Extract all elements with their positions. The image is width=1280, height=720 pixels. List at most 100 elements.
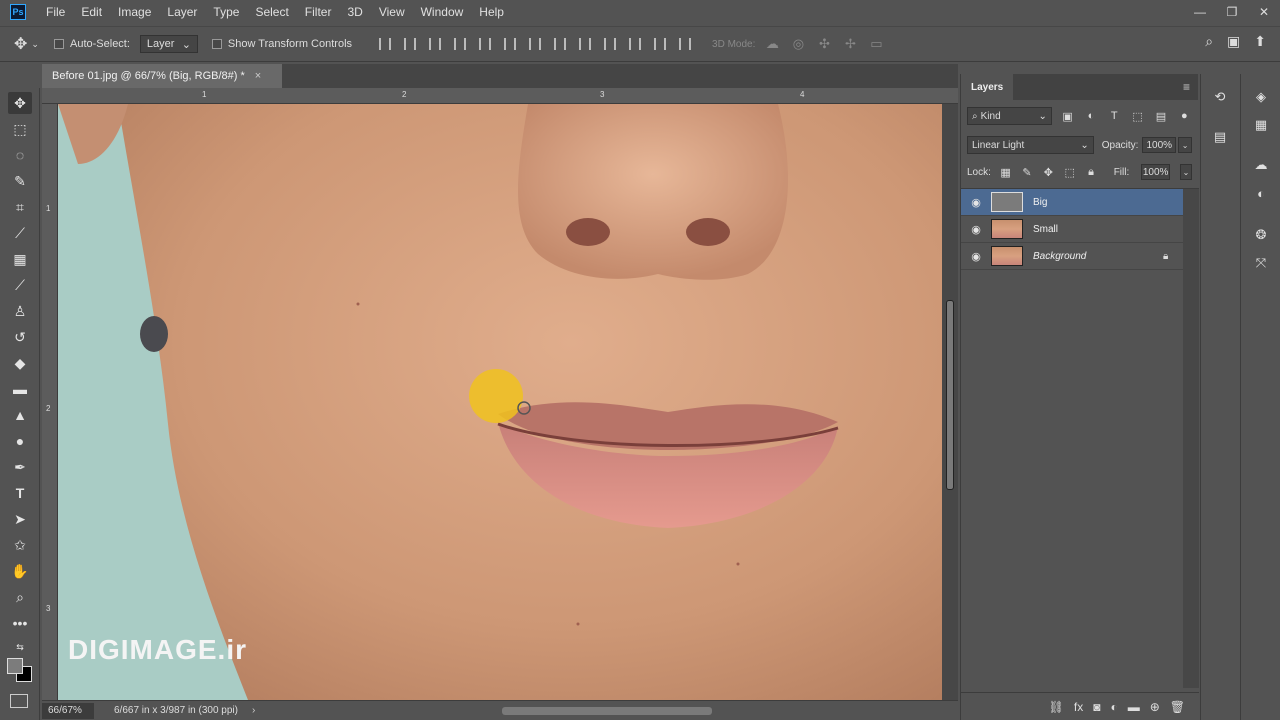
path-selection-tool-icon[interactable]: ➤ bbox=[8, 508, 32, 530]
paths-panel-icon[interactable]: ⤧ bbox=[1249, 252, 1273, 274]
adjustment-layer-icon[interactable]: ◐ bbox=[1110, 700, 1117, 714]
auto-align-icon[interactable] bbox=[676, 36, 694, 52]
layers-scrollbar[interactable] bbox=[1183, 189, 1199, 688]
close-window-button[interactable]: ✕ bbox=[1248, 0, 1280, 24]
history-brush-tool-icon[interactable]: ↺ bbox=[8, 326, 32, 348]
marquee-tool-icon[interactable]: ⬚ bbox=[8, 118, 32, 140]
blur-tool-icon[interactable]: ▲ bbox=[8, 404, 32, 426]
move-tool-icon[interactable]: ✥ bbox=[8, 92, 32, 114]
panel-menu-icon[interactable]: ≡ bbox=[1183, 80, 1190, 94]
quick-mask-icon[interactable] bbox=[10, 694, 28, 708]
workspace-icon[interactable]: ▣ bbox=[1227, 33, 1240, 50]
move-tool-preset-icon[interactable]: ✥ ⌄ bbox=[14, 32, 54, 56]
eraser-tool-icon[interactable]: ◆ bbox=[8, 352, 32, 374]
type-tool-icon[interactable]: T bbox=[8, 482, 32, 504]
canvas-horizontal-scrollbar[interactable] bbox=[502, 707, 712, 715]
distribute-bottom-icon[interactable] bbox=[576, 36, 594, 52]
eye-icon[interactable]: ◉ bbox=[961, 250, 991, 263]
clone-stamp-tool-icon[interactable]: ♙ bbox=[8, 300, 32, 322]
distribute-hcenter-icon[interactable] bbox=[626, 36, 644, 52]
menu-type[interactable]: Type bbox=[205, 0, 247, 24]
minimize-button[interactable]: — bbox=[1184, 0, 1216, 24]
libraries-panel-icon[interactable]: ☁ bbox=[1249, 154, 1273, 176]
distribute-top-icon[interactable] bbox=[526, 36, 544, 52]
align-right-icon[interactable] bbox=[501, 36, 519, 52]
properties-panel-icon[interactable]: ▤ bbox=[1208, 126, 1232, 148]
opacity-field[interactable]: 100% bbox=[1142, 137, 1177, 153]
distribute-left-icon[interactable] bbox=[601, 36, 619, 52]
menu-file[interactable]: File bbox=[38, 0, 73, 24]
zoom-level-field[interactable]: 66/67% bbox=[42, 702, 94, 719]
delete-layer-icon[interactable]: 🗑︎ bbox=[1170, 700, 1185, 714]
align-vcenter-icon[interactable] bbox=[401, 36, 419, 52]
3d-slide-icon[interactable]: ✢ bbox=[841, 36, 859, 52]
restore-button[interactable]: ❐ bbox=[1216, 0, 1248, 24]
show-transform-checkbox[interactable]: Show Transform Controls bbox=[211, 38, 352, 50]
distribute-right-icon[interactable] bbox=[651, 36, 669, 52]
menu-layer[interactable]: Layer bbox=[159, 0, 205, 24]
3d-scale-icon[interactable]: ▭ bbox=[867, 36, 885, 52]
layer-row-big[interactable]: ◉ Big bbox=[961, 189, 1183, 216]
share-icon[interactable]: ⬆ bbox=[1254, 33, 1266, 50]
scrollbar-thumb[interactable] bbox=[946, 300, 954, 490]
align-left-icon[interactable] bbox=[451, 36, 469, 52]
align-top-icon[interactable] bbox=[376, 36, 394, 52]
auto-select-checkbox[interactable]: Auto-Select: bbox=[54, 38, 130, 50]
search-icon[interactable]: ⌕ bbox=[1205, 33, 1213, 50]
menu-3d[interactable]: 3D bbox=[339, 0, 370, 24]
history-panel-icon[interactable]: ⟲ bbox=[1208, 86, 1232, 108]
eye-icon[interactable]: ◉ bbox=[961, 196, 991, 209]
distribute-vcenter-icon[interactable] bbox=[551, 36, 569, 52]
canvas-vertical-scrollbar[interactable] bbox=[942, 104, 958, 700]
menu-help[interactable]: Help bbox=[471, 0, 512, 24]
menu-select[interactable]: Select bbox=[247, 0, 296, 24]
new-group-icon[interactable]: ▬ bbox=[1128, 700, 1140, 714]
link-layers-icon[interactable]: ⛓ bbox=[1049, 700, 1064, 714]
gradient-tool-icon[interactable]: ▬ bbox=[8, 378, 32, 400]
menu-edit[interactable]: Edit bbox=[73, 0, 110, 24]
lock-artboard-icon[interactable]: ⬚ bbox=[1063, 164, 1076, 180]
blend-mode-dropdown[interactable]: Linear Light ⌄ bbox=[967, 136, 1094, 154]
hand-tool-icon[interactable]: ✋ bbox=[8, 560, 32, 582]
zoom-tool-icon[interactable]: ⌕ bbox=[8, 586, 32, 608]
fill-field[interactable]: 100% bbox=[1141, 164, 1170, 180]
tab-layers[interactable]: Layers bbox=[961, 74, 1014, 100]
swatches-panel-icon[interactable]: ▦ bbox=[1249, 114, 1273, 136]
brush-tool-icon[interactable]: ⟋ bbox=[8, 274, 32, 296]
layer-row-background[interactable]: ◉ Background 🔒︎ bbox=[961, 243, 1183, 270]
lock-image-icon[interactable]: ✎ bbox=[1020, 164, 1033, 180]
channels-panel-icon[interactable]: ❂ bbox=[1249, 224, 1273, 246]
filter-pixel-icon[interactable]: ▣ bbox=[1060, 108, 1075, 124]
close-tab-icon[interactable]: × bbox=[255, 70, 261, 82]
filter-toggle-icon[interactable]: ● bbox=[1177, 108, 1192, 124]
menu-window[interactable]: Window bbox=[413, 0, 472, 24]
filter-type-icon[interactable]: T bbox=[1107, 108, 1122, 124]
lasso-tool-icon[interactable]: ◌ bbox=[8, 144, 32, 166]
lock-position-icon[interactable]: ✥ bbox=[1042, 164, 1055, 180]
more-tools-icon[interactable]: ••• bbox=[8, 612, 32, 634]
dodge-tool-icon[interactable]: ● bbox=[8, 430, 32, 452]
foreground-color-swatch[interactable] bbox=[7, 658, 23, 674]
3d-pan-icon[interactable]: ✣ bbox=[815, 36, 833, 52]
align-hcenter-icon[interactable] bbox=[476, 36, 494, 52]
menu-filter[interactable]: Filter bbox=[297, 0, 340, 24]
new-layer-icon[interactable]: ⊕ bbox=[1150, 700, 1160, 714]
add-mask-icon[interactable]: ◙ bbox=[1093, 700, 1100, 714]
document-tab[interactable]: Before 01.jpg @ 66/7% (Big, RGB/8#) * × bbox=[42, 64, 282, 88]
opacity-slider-arrow-icon[interactable]: ⌄ bbox=[1178, 137, 1192, 153]
3d-roll-icon[interactable]: ◎ bbox=[789, 36, 807, 52]
swap-colors-icon[interactable]: ⇆ bbox=[8, 636, 32, 658]
healing-brush-tool-icon[interactable]: ▦ bbox=[8, 248, 32, 270]
document-canvas[interactable]: DIGIMAGE.ir bbox=[58, 104, 942, 700]
status-menu-arrow-icon[interactable]: › bbox=[252, 705, 255, 716]
lock-all-icon[interactable]: 🔒︎ bbox=[1084, 164, 1097, 180]
crop-tool-icon[interactable]: ⌗ bbox=[8, 196, 32, 218]
adjustments-panel-icon[interactable]: ◐ bbox=[1249, 182, 1273, 204]
eye-icon[interactable]: ◉ bbox=[961, 223, 991, 236]
layer-style-icon[interactable]: fx bbox=[1074, 700, 1083, 714]
filter-smart-object-icon[interactable]: ▤ bbox=[1153, 108, 1168, 124]
fill-slider-arrow-icon[interactable]: ⌄ bbox=[1179, 164, 1192, 180]
align-bottom-icon[interactable] bbox=[426, 36, 444, 52]
shape-tool-icon[interactable]: ✩ bbox=[8, 534, 32, 556]
lock-icon[interactable]: 🔒︎ bbox=[1163, 251, 1183, 262]
